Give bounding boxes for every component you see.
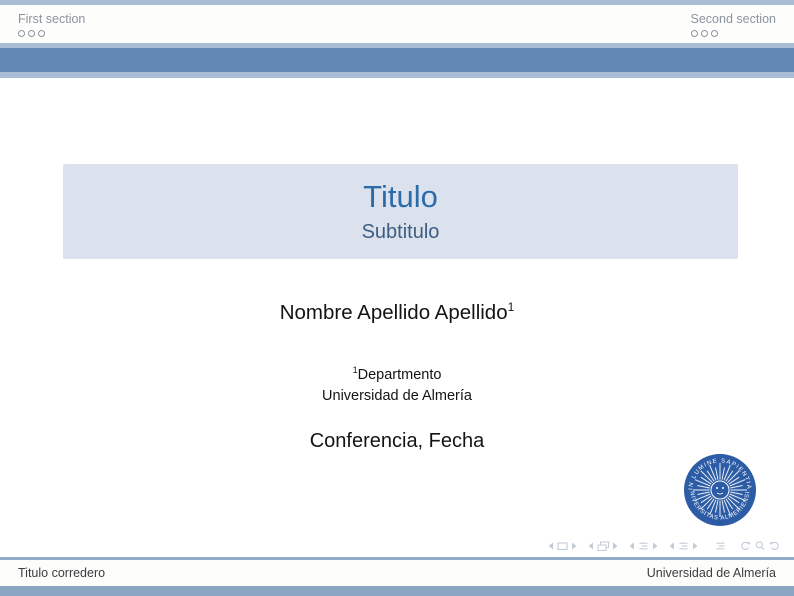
sidebar-item-second-section[interactable]: Second section (691, 12, 776, 37)
seal-sun-eye (716, 487, 718, 489)
forward-icon[interactable] (769, 540, 781, 552)
prev-frame-icon[interactable] (546, 540, 555, 552)
footline: Titulo corredero Universidad de Almería (0, 560, 794, 586)
footer-short-title: Titulo corredero (18, 566, 105, 580)
search-icon[interactable] (754, 540, 766, 552)
second-section-label[interactable]: Second section (691, 12, 776, 26)
page-subtitle: Subtitulo (362, 221, 440, 243)
next-subsection-icon[interactable] (651, 540, 660, 552)
institute-block: 1Departmento Universidad de Almería (0, 360, 794, 407)
author-name: Nombre Apellido Apellido (280, 301, 508, 324)
slide-dot-icon[interactable] (18, 30, 25, 37)
first-section-progress-dots (18, 30, 85, 37)
sidebar-item-first-section[interactable]: First section (18, 12, 85, 37)
slides-icon[interactable] (596, 540, 610, 553)
prev-slide-icon[interactable] (586, 540, 595, 552)
first-section-label[interactable]: First section (18, 12, 85, 26)
header-band-light-bottom (0, 72, 794, 78)
slide-dot-icon[interactable] (38, 30, 45, 37)
section-list-icon[interactable] (677, 540, 690, 552)
page-title: Titulo (363, 180, 438, 214)
slide-dot-icon[interactable] (701, 30, 708, 37)
bottom-accent-bar (0, 586, 794, 596)
seal-sun-eye (722, 487, 724, 489)
document-icon[interactable] (714, 540, 727, 552)
section-header: First section Second section (0, 5, 794, 43)
prev-section-icon[interactable] (667, 540, 676, 552)
slide-dot-icon[interactable] (711, 30, 718, 37)
universidad-de-almeria-seal-logo: IN LUMINE SAPIENTIA UNIVERSITAS ALMERIEN… (682, 451, 758, 529)
beamer-navigation-bar (546, 539, 781, 553)
seal-sun-face (711, 481, 729, 499)
institute-department: Departmento (358, 367, 442, 383)
slide-dot-icon[interactable] (691, 30, 698, 37)
back-icon[interactable] (739, 540, 751, 552)
header-band-blue (0, 48, 794, 72)
subsection-list-icon[interactable] (637, 540, 650, 552)
institute-university: Universidad de Almería (0, 386, 794, 407)
title-box: Titulo Subtitulo (63, 164, 738, 259)
frame-icon[interactable] (556, 540, 569, 552)
footer-institute: Universidad de Almería (647, 566, 776, 580)
next-section-icon[interactable] (691, 540, 700, 552)
conference-date: Conferencia, Fecha (0, 430, 794, 453)
institute-department-line: 1Departmento (0, 360, 794, 386)
author-footnote-mark: 1 (508, 300, 515, 314)
beamer-title-slide: First section Second section Titulo Subt… (0, 0, 794, 596)
next-frame-icon[interactable] (570, 540, 579, 552)
next-slide-icon[interactable] (611, 540, 620, 552)
author-line: Nombre Apellido Apellido1 (0, 300, 794, 325)
prev-subsection-icon[interactable] (627, 540, 636, 552)
slide-dot-icon[interactable] (28, 30, 35, 37)
second-section-progress-dots (691, 30, 776, 37)
